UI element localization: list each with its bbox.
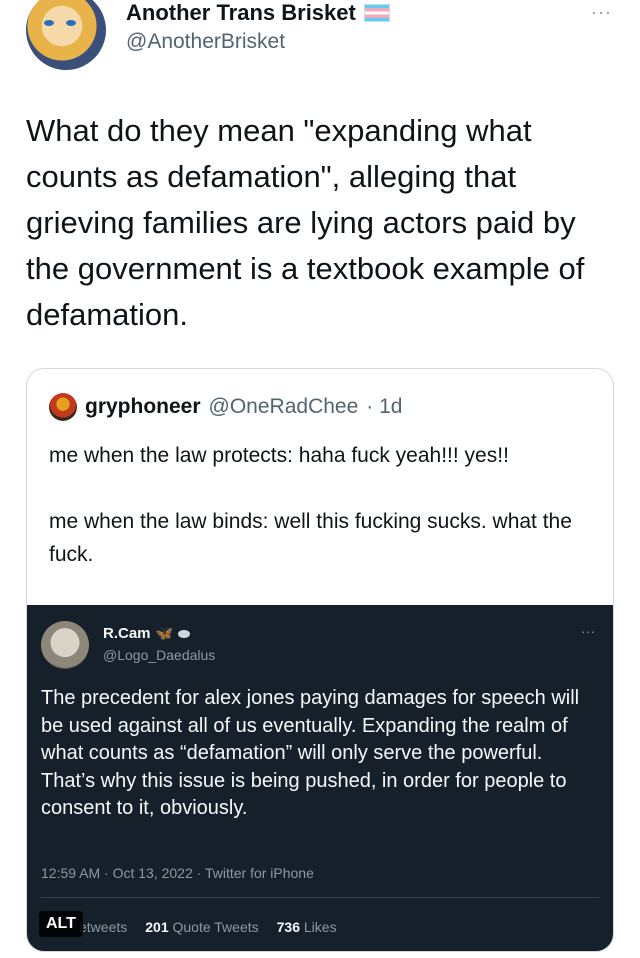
tweet-text: What do they mean "expanding what counts… bbox=[26, 113, 585, 332]
quote-paragraph: me when the law protects: haha fuck yeah… bbox=[49, 444, 509, 467]
embedded-avatar bbox=[41, 621, 89, 669]
butterfly-icon: 🦋 bbox=[155, 625, 173, 641]
embedded-author-name: R.Cam bbox=[103, 625, 151, 642]
quote-author-name[interactable]: gryphoneer bbox=[85, 395, 201, 419]
quote-tweets-label: Quote Tweets bbox=[172, 919, 259, 935]
embedded-stats: etweets 201 Quote Tweets 736 Likes bbox=[41, 919, 337, 935]
more-options-icon[interactable]: ··· bbox=[591, 2, 612, 23]
quote-text: me when the law protects: haha fuck yeah… bbox=[49, 439, 589, 571]
trans-flag-icon bbox=[363, 4, 390, 22]
fish-icon bbox=[177, 629, 190, 638]
likes-label: Likes bbox=[303, 919, 337, 935]
quote-paragraph: me when the law binds: well this fucking… bbox=[49, 510, 572, 566]
divider bbox=[41, 897, 599, 898]
author-name[interactable]: Another Trans Brisket bbox=[126, 0, 356, 26]
likes-count: 736 bbox=[276, 919, 300, 935]
embedded-author-handle: @Logo_Daedalus bbox=[103, 647, 216, 663]
quote-header: gryphoneer @OneRadChee · 1d bbox=[49, 393, 402, 421]
quote-tweets-count: 201 bbox=[145, 919, 169, 935]
alt-text-badge[interactable]: ALT bbox=[39, 911, 83, 937]
embedded-text: The precedent for alex jones paying dama… bbox=[41, 687, 580, 819]
quote-avatar[interactable] bbox=[49, 393, 77, 421]
embedded-timestamp: 12:59 AM · Oct 13, 2022 · Twitter for iP… bbox=[41, 865, 314, 881]
quote-tweet-card[interactable]: gryphoneer @OneRadChee · 1d me when the … bbox=[26, 368, 614, 952]
author-handle[interactable]: @AnotherBrisket bbox=[126, 30, 285, 54]
quote-author-handle[interactable]: @OneRadChee bbox=[209, 395, 359, 419]
author-avatar[interactable] bbox=[26, 0, 106, 70]
likes-stat: 736 Likes bbox=[277, 919, 337, 935]
embedded-screenshot[interactable]: R.Cam 🦋 @Logo_Daedalus ··· The precedent… bbox=[27, 605, 613, 951]
quote-age: · 1d bbox=[366, 395, 403, 418]
author-name-row[interactable]: Another Trans Brisket bbox=[126, 0, 390, 26]
retweets-label: etweets bbox=[79, 919, 128, 935]
embedded-more-icon: ··· bbox=[581, 623, 595, 639]
embedded-name-row: R.Cam 🦋 bbox=[103, 625, 190, 642]
quote-tweets-stat: 201 Quote Tweets bbox=[145, 919, 258, 935]
